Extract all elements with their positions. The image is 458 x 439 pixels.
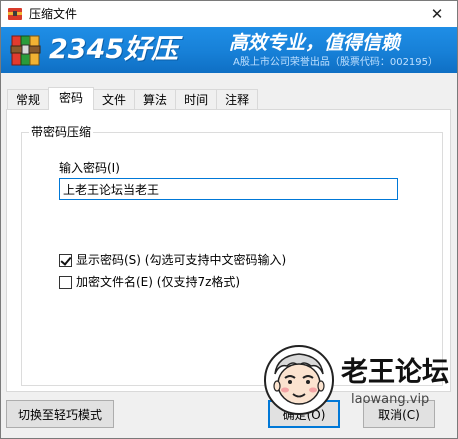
old-man-avatar-icon (264, 345, 334, 415)
password-input[interactable] (59, 178, 398, 200)
watermark-url: laowang.vip (351, 392, 430, 407)
encrypt-filenames-option[interactable]: 加密文件名(E) (仅支持7z格式) (59, 274, 240, 290)
tab-algorithm[interactable]: 算法 (134, 89, 176, 109)
tab-time[interactable]: 时间 (175, 89, 217, 109)
close-button[interactable]: ✕ (417, 1, 457, 27)
close-icon: ✕ (430, 5, 444, 23)
compress-dialog: 压缩文件 ✕ 2345好压 高效专业，值得信赖 A股上市公司荣誉出品（股票代码：… (0, 0, 458, 439)
show-password-label: 显示密码(S) (勾选可支持中文密码输入) (76, 253, 287, 267)
switch-mode-button[interactable]: 切换至轻巧模式 (6, 400, 114, 428)
show-password-option[interactable]: 显示密码(S) (勾选可支持中文密码输入) (59, 252, 286, 268)
brand-banner: 2345好压 高效专业，值得信赖 A股上市公司荣誉出品（股票代码：002195） (1, 27, 457, 73)
brand-name: 2345好压 (49, 34, 179, 65)
password-group-title: 带密码压缩 (29, 124, 94, 140)
password-tab-panel: 带密码压缩 输入密码(I) 显示密码(S) (勾选可支持中文密码输入) 加密文件… (6, 109, 451, 392)
window-title: 压缩文件 (29, 7, 78, 21)
archive-app-icon (8, 8, 22, 20)
encrypt-filenames-checkbox[interactable] (59, 275, 72, 289)
watermark-title: 老王论坛 (341, 357, 449, 388)
tab-general[interactable]: 常规 (7, 89, 49, 109)
tab-strip: 常规 密码 文件 算法 时间 注释 (7, 87, 259, 110)
brand-slogan: 高效专业，值得信赖 (229, 32, 401, 54)
tab-password[interactable]: 密码 (48, 87, 95, 110)
tab-files[interactable]: 文件 (94, 89, 135, 109)
title-bar: 压缩文件 ✕ (1, 1, 457, 27)
brand-subtitle: A股上市公司荣誉出品（股票代码：002195） (233, 57, 439, 68)
show-password-checkbox[interactable] (59, 253, 72, 267)
encrypt-filenames-label: 加密文件名(E) (仅支持7z格式) (76, 275, 241, 289)
archive-books-icon (10, 35, 41, 66)
tab-comment[interactable]: 注释 (216, 89, 259, 109)
password-input-label: 输入密码(I) (59, 161, 120, 175)
